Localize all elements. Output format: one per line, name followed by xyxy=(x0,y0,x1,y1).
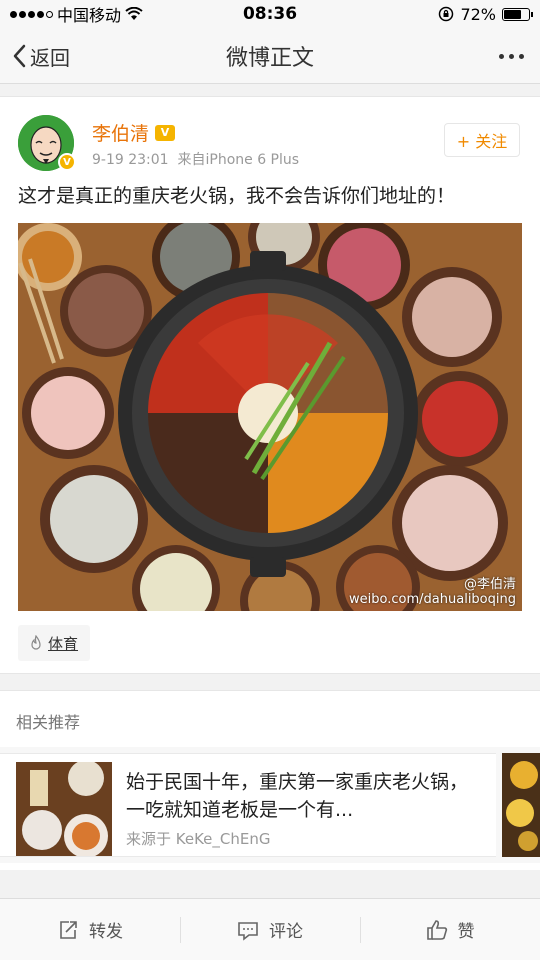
rotation-lock-icon xyxy=(439,6,454,22)
battery-fill xyxy=(504,9,522,19)
more-dot xyxy=(519,53,524,59)
post-date: 9-19 23:01 xyxy=(92,152,169,168)
nav-bar: 返回 微博正文 xyxy=(0,28,540,84)
repost-label: 转发 xyxy=(89,922,123,942)
post-text: 这才是真正的重庆老火锅，我不会告诉你们地址的！ xyxy=(18,185,456,207)
comment-icon xyxy=(238,921,258,941)
related-thumbnail xyxy=(16,762,112,856)
chevron-left-icon xyxy=(13,44,26,68)
comment-label: 评论 xyxy=(269,922,303,942)
watermark-url: weibo.com/dahualiboqing xyxy=(349,592,516,607)
watermark-user: @李伯清 xyxy=(463,577,516,592)
more-dot xyxy=(509,53,514,59)
verified-badge-icon: V xyxy=(58,153,76,171)
more-button[interactable] xyxy=(499,28,524,84)
flame-icon xyxy=(31,635,41,650)
related-headline: 始于民国十年，重庆第一家重庆老火锅，一吃就知道老板是一个有... xyxy=(126,771,469,821)
post-card: V 李伯清 9-19 23:01 来自iPhone 6 Plus + 关注 这才… xyxy=(0,96,540,674)
repost-icon xyxy=(60,920,77,939)
author-label: 李伯清 xyxy=(92,123,150,145)
related-title: 相关推荐 xyxy=(16,713,81,732)
back-label: 返回 xyxy=(30,45,70,70)
related-source: 来源于 KeKe_ChEnG xyxy=(126,830,271,848)
battery-icon xyxy=(502,7,533,21)
related-carousel: 始于民国十年，重庆第一家重庆老火锅，一吃就知道老板是一个有... 来源于 KeK… xyxy=(0,747,540,863)
post-source: 来自iPhone 6 Plus xyxy=(177,152,300,168)
more-dot xyxy=(499,53,504,59)
topic-tag[interactable]: 体育 xyxy=(18,625,91,661)
related-section: 相关推荐 始于民国十年，重庆第一家重庆老火锅，一吃就知道老板是一个有... 来源… xyxy=(0,690,540,870)
status-bar: 中国移动 08:36 72% xyxy=(0,0,540,28)
like-button[interactable]: 赞 xyxy=(360,899,540,960)
status-left: 中国移动 xyxy=(10,2,143,26)
related-item[interactable]: 始于民国十年，重庆第一家重庆老火锅，一吃就知道老板是一个有... 来源于 KeK… xyxy=(0,753,496,857)
signal-icon xyxy=(10,10,53,18)
repost-button[interactable]: 转发 xyxy=(0,899,180,960)
image-watermark: @李伯清 weibo.com/dahualiboqing xyxy=(349,573,516,607)
like-label: 赞 xyxy=(457,922,475,942)
author-name[interactable]: 李伯清 xyxy=(92,119,176,146)
thumbs-up-icon xyxy=(426,919,447,940)
post-image[interactable]: @李伯清 weibo.com/dahualiboqing xyxy=(18,223,522,611)
vip-crown-icon xyxy=(155,124,176,141)
related-next-thumbnail[interactable] xyxy=(502,753,540,857)
post-meta: 9-19 23:01 来自iPhone 6 Plus xyxy=(92,149,299,169)
topic-label: 体育 xyxy=(48,634,79,653)
page-title: 微博正文 xyxy=(225,45,314,71)
hotpot-photo xyxy=(18,223,522,611)
wifi-icon xyxy=(125,7,143,20)
follow-button[interactable]: + 关注 xyxy=(444,123,520,157)
bottom-action-bar: 转发 评论 赞 xyxy=(0,898,540,960)
back-button[interactable]: 返回 xyxy=(12,28,70,84)
status-right: 72% xyxy=(438,4,533,24)
comment-button[interactable]: 评论 xyxy=(180,899,360,960)
battery-percent: 72% xyxy=(460,4,496,24)
carrier-label: 中国移动 xyxy=(57,6,122,25)
